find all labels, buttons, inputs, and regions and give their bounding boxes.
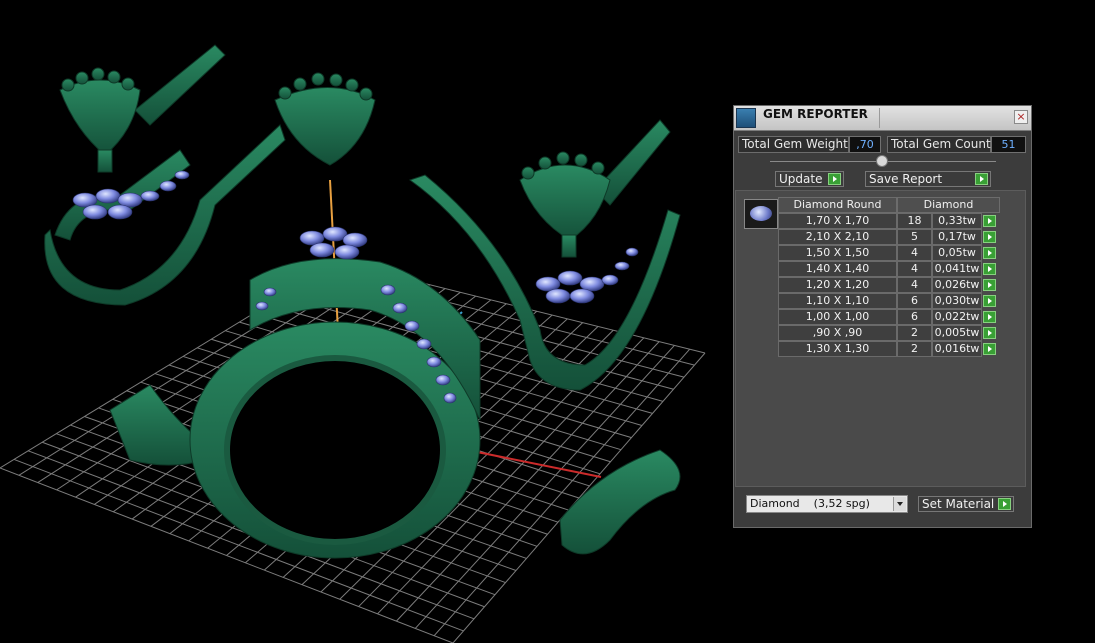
gem-weight-cell: 0,17tw: [932, 229, 982, 245]
gem-size-cell: 2,10 X 2,10: [778, 229, 897, 245]
gem-weight-cell: 0,33tw: [932, 213, 982, 229]
gem-weight-cell: 0,005tw: [932, 325, 982, 341]
row-go-icon[interactable]: [983, 343, 996, 355]
gem-count-cell: 2: [897, 325, 932, 341]
gem-count-cell: 2: [897, 341, 932, 357]
gem-weight-cell: 0,030tw: [932, 293, 982, 309]
gem-weight-cell: 0,026tw: [932, 277, 982, 293]
row-go-icon[interactable]: [983, 311, 996, 323]
right-gem-cluster: [535, 247, 639, 304]
main-ring: [189, 258, 481, 559]
diamond-icon: [750, 206, 772, 221]
set-material-button[interactable]: Set Material: [918, 496, 1014, 512]
right-prong-head: [519, 151, 611, 258]
gem-size-cell: 1,50 X 1,50: [778, 245, 897, 261]
dropdown-arrow-icon[interactable]: [893, 497, 906, 511]
gem-count-cell: 4: [897, 261, 932, 277]
left-gallery-bar: [134, 44, 226, 126]
row-go-icon[interactable]: [983, 295, 996, 307]
gem-size-cell: 1,40 X 1,40: [778, 261, 897, 277]
update-button[interactable]: Update: [775, 171, 844, 187]
row-go-icon[interactable]: [983, 327, 996, 339]
total-gem-count-label: Total Gem Count: [887, 136, 991, 153]
gem-count-cell: 6: [897, 293, 932, 309]
row-go-icon[interactable]: [983, 263, 996, 275]
right-lower-part: [559, 449, 681, 555]
panel-title: GEM REPORTER: [763, 107, 868, 121]
save-report-button[interactable]: Save Report: [865, 171, 991, 187]
close-button[interactable]: ×: [1014, 110, 1028, 124]
gem-reporter-icon: [736, 108, 756, 128]
column-header-material: Diamond: [897, 197, 1000, 213]
set-material-go-icon: [998, 498, 1011, 510]
gem-size-cell: ,90 X ,90: [778, 325, 897, 341]
total-gem-count-value: 51: [991, 136, 1026, 153]
slider-knob[interactable]: [876, 155, 888, 167]
gem-size-cell: 1,10 X 1,10: [778, 293, 897, 309]
gem-weight-cell: 0,022tw: [932, 309, 982, 325]
save-report-button-label: Save Report: [869, 172, 943, 186]
save-report-go-icon: [975, 173, 988, 185]
row-go-icon[interactable]: [983, 231, 996, 243]
gem-size-cell: 1,30 X 1,30: [778, 341, 897, 357]
column-header-size: Diamond Round: [778, 197, 897, 213]
gem-count-cell: 4: [897, 277, 932, 293]
gem-size-cell: 1,00 X 1,00: [778, 309, 897, 325]
center-prong-head: [274, 72, 376, 166]
gem-count-cell: 4: [897, 245, 932, 261]
gem-count-cell: 6: [897, 309, 932, 325]
gem-weight-cell: 0,016tw: [932, 341, 982, 357]
gem-reporter-panel: GEM REPORTER × Total Gem Weight ,70 Tota…: [733, 105, 1032, 528]
gem-thumbnail[interactable]: [744, 199, 778, 229]
material-dropdown[interactable]: Diamond (3,52 spg): [746, 495, 908, 513]
gem-size-cell: 1,70 X 1,70: [778, 213, 897, 229]
update-button-label: Update: [779, 172, 823, 186]
material-dropdown-value: Diamond (3,52 spg): [750, 497, 870, 510]
panel-titlebar[interactable]: GEM REPORTER ×: [734, 106, 1031, 131]
set-material-button-label: Set Material: [922, 497, 995, 511]
update-go-icon: [828, 173, 841, 185]
gem-count-cell: 5: [897, 229, 932, 245]
total-gem-weight-label: Total Gem Weight: [738, 136, 849, 153]
row-go-icon[interactable]: [983, 247, 996, 259]
gem-count-cell: 18: [897, 213, 932, 229]
row-go-icon[interactable]: [983, 279, 996, 291]
total-gem-weight-value: ,70: [849, 136, 881, 153]
titlebar-divider: [879, 108, 880, 128]
gem-weight-cell: 0,041tw: [932, 261, 982, 277]
left-prong-head: [59, 67, 141, 173]
row-go-icon[interactable]: [983, 215, 996, 227]
gem-weight-cell: 0,05tw: [932, 245, 982, 261]
gem-size-cell: 1,20 X 1,20: [778, 277, 897, 293]
